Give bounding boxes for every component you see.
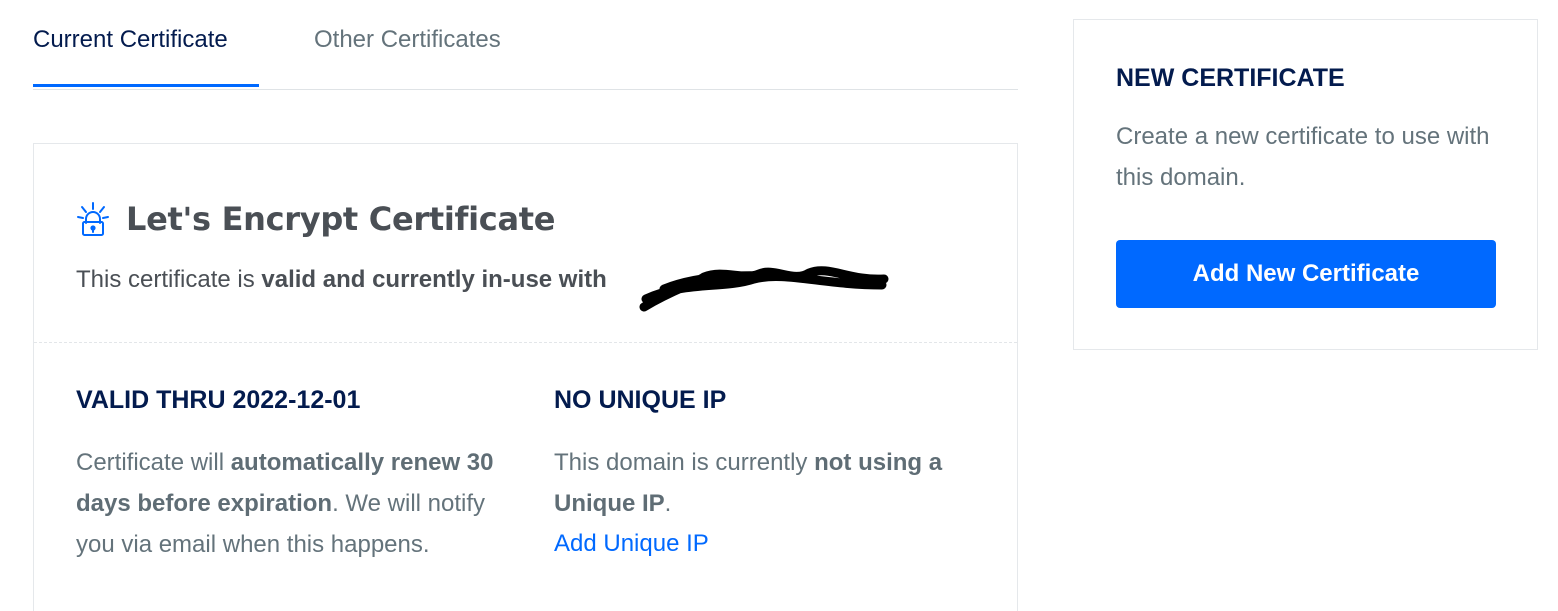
unique-ip-section: NO UNIQUE IP This domain is currently no…	[554, 384, 974, 560]
renewal-description: Certificate will automatically renew 30 …	[76, 442, 496, 565]
certificate-tabs: Current Certificate Other Certificates	[33, 0, 1018, 90]
renewal-text-start: Certificate will	[76, 449, 231, 476]
certificate-title: Let's Encrypt Certificate	[126, 200, 556, 238]
lets-encrypt-lock-icon	[77, 202, 109, 236]
status-prefix: This certificate is	[76, 266, 262, 293]
new-certificate-title: NEW CERTIFICATE	[1116, 64, 1345, 92]
tab-other-certificates[interactable]: Other Certificates	[314, 24, 501, 56]
certificate-status: This certificate is valid and currently …	[76, 264, 607, 296]
current-certificate-card: Let's Encrypt Certificate This certifica…	[33, 143, 1018, 611]
tab-current-certificate[interactable]: Current Certificate	[33, 24, 228, 56]
new-certificate-card: NEW CERTIFICATE Create a new certificate…	[1073, 19, 1538, 350]
validity-section: VALID THRU 2022-12-01 Certificate will a…	[76, 384, 496, 565]
unique-ip-description: This domain is currently not using a Uni…	[554, 442, 974, 524]
valid-thru-title: VALID THRU 2022-12-01	[76, 386, 361, 414]
redaction-scribble	[639, 266, 889, 312]
new-certificate-description: Create a new certificate to use with thi…	[1116, 123, 1490, 191]
add-unique-ip-link[interactable]: Add Unique IP	[554, 528, 709, 560]
no-unique-ip-title: NO UNIQUE IP	[554, 386, 727, 414]
certificates-page: Current Certificate Other Certificates L…	[0, 0, 1558, 611]
active-tab-indicator	[33, 84, 259, 87]
ip-text-end: .	[664, 490, 672, 517]
status-bold: valid and currently in-use with	[261, 266, 607, 293]
ip-text-start: This domain is currently	[554, 449, 815, 476]
add-new-certificate-button[interactable]: Add New Certificate	[1116, 240, 1496, 308]
certificate-header: Let's Encrypt Certificate This certifica…	[34, 144, 1017, 343]
